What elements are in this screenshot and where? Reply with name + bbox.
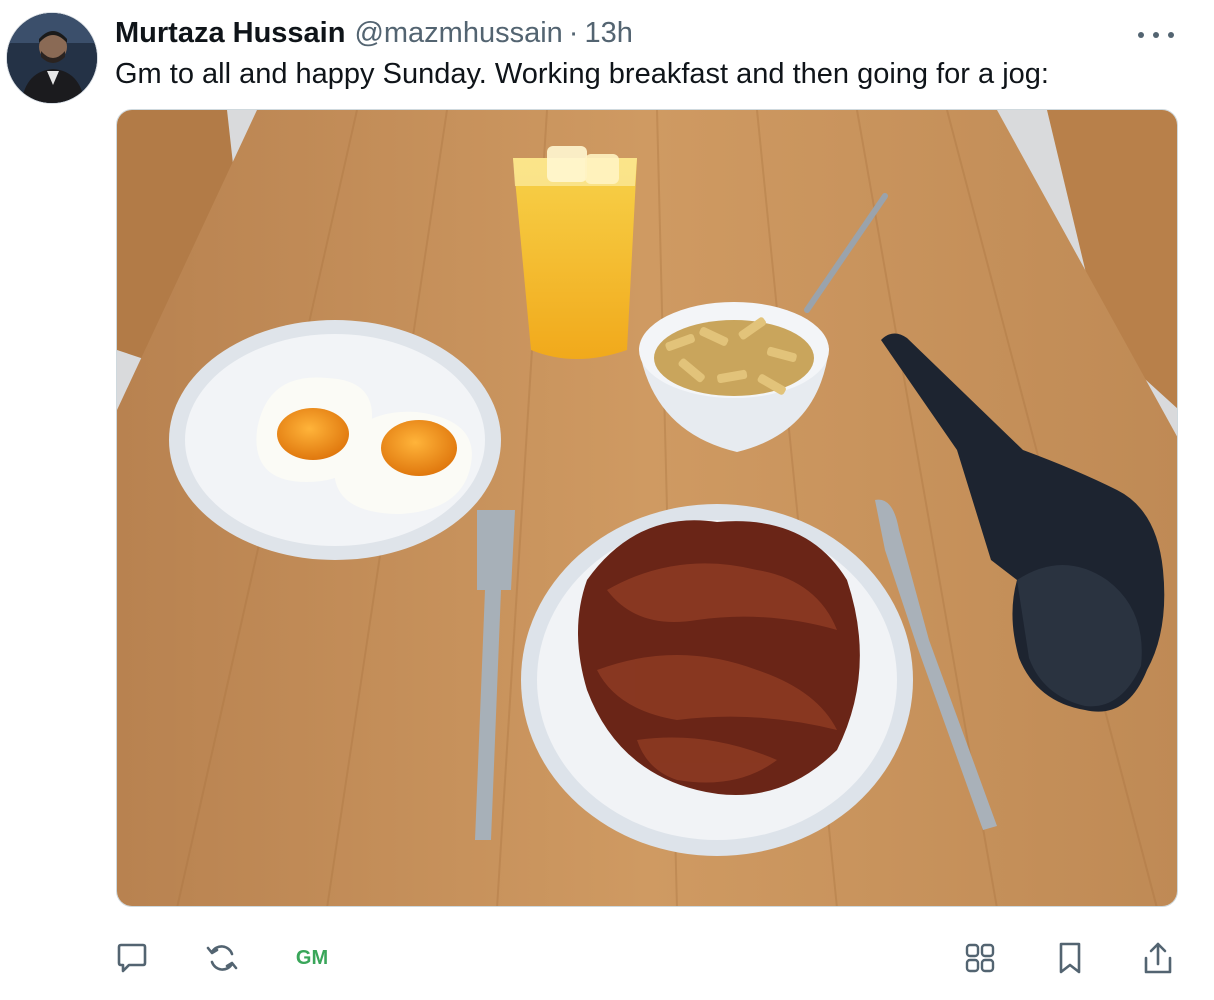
share-icon [1144,942,1172,974]
reply-icon [117,943,147,973]
grid-icon [965,943,995,973]
tweet-text: Gm to all and happy Sunday. Working brea… [115,58,1049,90]
tweet-photo[interactable] [116,109,1178,907]
gallery-button[interactable] [958,930,1002,986]
author-name[interactable]: Murtaza Hussain [115,17,345,50]
reply-button[interactable] [110,930,154,986]
breakfast-table-photo [117,110,1177,906]
more-dot [1138,32,1144,38]
gm-label: GM [295,946,329,969]
retweet-icon [206,945,238,971]
separator-dot: · [568,16,579,49]
author-handle[interactable]: @mazmhussain [354,17,562,50]
share-button[interactable] [1136,930,1180,986]
bookmark-icon [1059,942,1081,974]
bookmark-button[interactable] [1048,930,1092,986]
retweet-button[interactable] [200,930,244,986]
more-options-button[interactable] [1138,22,1174,48]
avatar[interactable] [6,12,98,104]
gm-button[interactable]: GM [288,930,336,986]
more-dot [1153,32,1159,38]
avatar-image [7,13,97,103]
tweet-header: Murtaza Hussain @mazmhussain · 13h [115,15,633,51]
action-bar: GM [0,930,1214,986]
more-dot [1168,32,1174,38]
timestamp[interactable]: 13h [584,17,632,50]
